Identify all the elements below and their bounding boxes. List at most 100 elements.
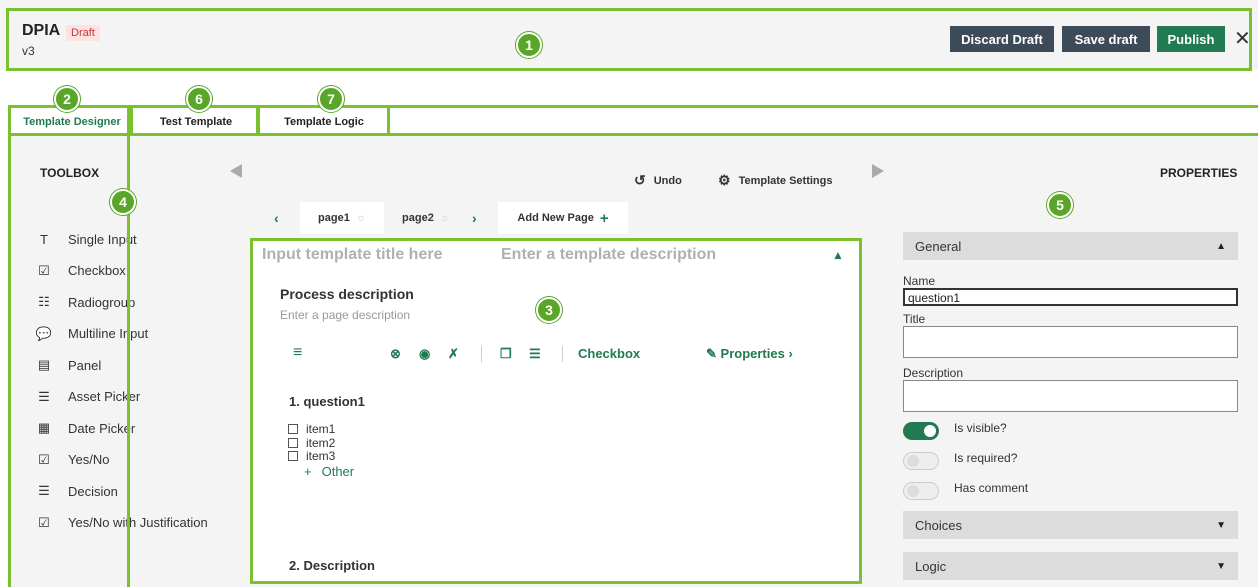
tab-test-template[interactable]: Test Template bbox=[136, 108, 256, 135]
chevron-up-icon: ▲ bbox=[1216, 240, 1226, 252]
gear-icon: ☼ bbox=[439, 212, 450, 224]
add-other-button[interactable]: + Other bbox=[304, 464, 354, 479]
toolbox-item[interactable]: ☰ Asset Picker bbox=[32, 387, 140, 407]
annotation-badge: 3 bbox=[536, 297, 562, 323]
properties-button[interactable]: ✎ Properties › bbox=[706, 346, 793, 362]
toolbox-item[interactable]: 💬 Multiline Input bbox=[32, 324, 148, 344]
choice-item[interactable]: item1 bbox=[288, 422, 335, 436]
toolbox-title: TOOLBOX bbox=[40, 166, 100, 180]
discard-draft-button[interactable]: Discard Draft bbox=[950, 26, 1054, 52]
checkbox-icon: ☑ bbox=[38, 262, 50, 278]
toolbox-item[interactable]: ▦ Date Picker bbox=[32, 418, 135, 438]
choice-label: item2 bbox=[306, 435, 336, 450]
page-tab-page2[interactable]: page2 ☼ bbox=[388, 202, 464, 234]
choice-label: item1 bbox=[306, 422, 336, 436]
template-description-input[interactable]: Enter a template description bbox=[501, 246, 716, 264]
duplicate-icon[interactable]: ❐ bbox=[500, 346, 512, 362]
gear-icon: ⚙ bbox=[718, 172, 731, 188]
visible-label: Is visible? bbox=[954, 421, 1007, 435]
general-label: General bbox=[915, 238, 962, 254]
add-new-page-button[interactable]: Add New Page + bbox=[498, 202, 628, 234]
choice-item[interactable]: item3 bbox=[288, 449, 335, 463]
wand-icon: ✎ bbox=[706, 346, 717, 361]
checkbox-input[interactable] bbox=[288, 451, 298, 461]
visible-toggle[interactable] bbox=[903, 422, 939, 440]
general-section-header[interactable]: General ▲ bbox=[903, 232, 1238, 260]
toolbox-item-label: Multiline Input bbox=[68, 326, 149, 341]
toolbox-item-label: Decision bbox=[68, 483, 118, 499]
gear-icon: ☼ bbox=[355, 212, 366, 224]
page-title[interactable]: Process description bbox=[280, 286, 414, 302]
title-field[interactable] bbox=[903, 326, 1238, 358]
panel-icon: ▤ bbox=[37, 357, 51, 372]
page-description[interactable]: Enter a page description bbox=[280, 308, 410, 322]
checkbox-input[interactable] bbox=[288, 424, 298, 434]
toolbox-item[interactable]: ☷ Radiogroup bbox=[32, 292, 135, 312]
chevron-down-icon: ▼ bbox=[1216, 560, 1226, 572]
choice-item[interactable]: item2 bbox=[288, 436, 335, 450]
save-draft-button[interactable]: Save draft bbox=[1062, 26, 1150, 52]
toolbox-item[interactable]: ☑ Checkbox bbox=[32, 261, 126, 281]
toolbox-item-label: Yes/No bbox=[68, 452, 110, 467]
properties-title: PROPERTIES bbox=[1160, 166, 1238, 180]
toolbox-item[interactable]: ▤ Panel bbox=[32, 355, 101, 375]
question-type-selector[interactable]: Checkbox bbox=[578, 346, 640, 361]
annotation-badge: 1 bbox=[516, 32, 542, 58]
tab-template-logic[interactable]: Template Logic bbox=[262, 108, 386, 135]
asset-picker-icon: ☰ bbox=[38, 388, 50, 404]
name-field[interactable]: question1 bbox=[903, 288, 1238, 306]
toolbox-item[interactable]: T Single Input bbox=[32, 229, 137, 249]
toolbox-item[interactable]: ☑ Yes/No with Justification bbox=[32, 513, 208, 533]
annotation-badge: 2 bbox=[54, 86, 80, 112]
text-icon: T bbox=[40, 231, 48, 247]
template-title-input[interactable]: Input template title here bbox=[262, 246, 442, 264]
delete-icon[interactable]: ⊗ bbox=[390, 346, 401, 362]
choices-label: Choices bbox=[915, 517, 962, 533]
comment-toggle[interactable] bbox=[903, 482, 939, 500]
radiogroup-icon: ☷ bbox=[38, 294, 50, 309]
chevron-up-icon[interactable]: ▲ bbox=[832, 248, 844, 262]
chevron-down-icon: ▼ bbox=[1216, 519, 1226, 531]
page-next-icon[interactable]: › bbox=[472, 210, 477, 226]
plus-icon: + bbox=[599, 209, 609, 227]
undo-icon: ↺ bbox=[634, 172, 646, 188]
toolbox-item[interactable]: ☑ Yes/No bbox=[32, 450, 109, 470]
title-label: Title bbox=[903, 312, 926, 326]
close-icon[interactable]: ✕ bbox=[1234, 26, 1251, 52]
page-tab-page1[interactable]: page1 ☼ bbox=[300, 202, 384, 234]
undo-label: Undo bbox=[653, 174, 682, 187]
add-to-toolbox-icon[interactable]: ☰ bbox=[529, 346, 541, 362]
toolbox-item-label: Checkbox bbox=[68, 263, 126, 278]
toolbox-item-label: Date Picker bbox=[68, 420, 136, 436]
required-toggle[interactable] bbox=[903, 452, 939, 470]
header-bar: DPIA Draft v3 Discard Draft Save draft P… bbox=[0, 0, 1258, 70]
template-settings-button[interactable]: ⚙ Template Settings bbox=[718, 172, 833, 189]
chevron-right-icon: › bbox=[788, 346, 793, 361]
undo-button[interactable]: ↺ Undo bbox=[634, 172, 682, 189]
toolbox-item-label: Asset Picker bbox=[68, 389, 141, 404]
name-label: Name bbox=[903, 274, 936, 288]
drag-handle-icon[interactable]: ≡ bbox=[293, 344, 302, 362]
status-badge: Draft bbox=[66, 25, 100, 41]
other-label: Other bbox=[321, 464, 355, 479]
required-label: Is required? bbox=[954, 451, 1018, 465]
calendar-icon: ▦ bbox=[37, 420, 51, 435]
plus-icon: + bbox=[304, 464, 312, 479]
toolbox-item[interactable]: ☰ Decision bbox=[32, 481, 118, 501]
toolbox-item-label: Radiogroup bbox=[68, 294, 136, 310]
required-icon[interactable]: ✗ bbox=[448, 346, 459, 362]
logic-section-header[interactable]: Logic ▼ bbox=[903, 552, 1238, 580]
decision-icon: ☰ bbox=[38, 483, 50, 498]
question1-title[interactable]: 1. question1 bbox=[289, 394, 365, 409]
tab-template-designer[interactable]: Template Designer bbox=[14, 108, 130, 135]
question2-title[interactable]: 2. Description bbox=[289, 558, 375, 573]
checkbox-input[interactable] bbox=[288, 437, 298, 448]
page-prev-icon[interactable]: ‹ bbox=[274, 210, 279, 226]
publish-button[interactable]: Publish bbox=[1157, 26, 1225, 52]
page-tab-label: page1 bbox=[318, 212, 350, 224]
yes-no-justification-icon: ☑ bbox=[38, 514, 50, 530]
description-label: Description bbox=[903, 366, 964, 380]
eye-icon[interactable]: ◉ bbox=[419, 346, 430, 362]
choices-section-header[interactable]: Choices ▼ bbox=[903, 511, 1238, 539]
description-field[interactable] bbox=[903, 380, 1238, 412]
